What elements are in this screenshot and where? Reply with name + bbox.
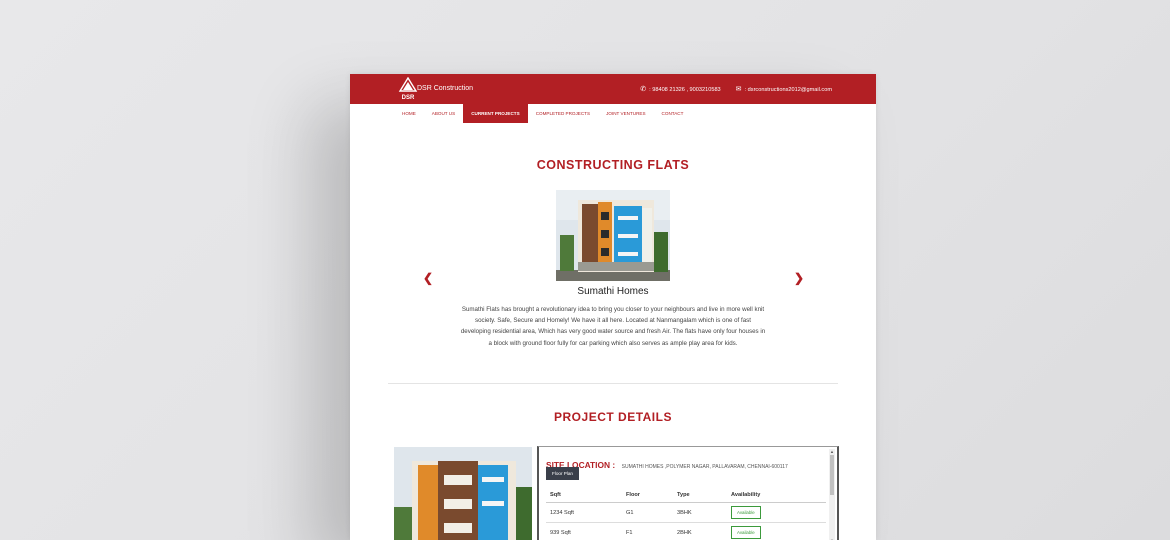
column-header-availability: Availability xyxy=(731,492,761,498)
panel-scrollbar[interactable]: ▲ ▼ xyxy=(829,449,835,540)
constructing-flats-heading: CONSTRUCTING FLATS xyxy=(536,158,690,172)
nav-item-joint-ventures[interactable]: JOINT VENTURES xyxy=(598,104,653,123)
phone-number[interactable]: : 98408 21326 , 9003210583 xyxy=(649,87,721,93)
main-nav: HOME ABOUT US CURRENT PROJECTS COMPLETED… xyxy=(350,104,876,124)
dsr-logo-icon[interactable]: DSR xyxy=(398,77,418,101)
top-header-bar: DSR DSR Construction ✆ : 98408 21326 , 9… xyxy=(350,74,876,104)
nav-item-about-us[interactable]: ABOUT US xyxy=(424,104,463,123)
site-location-value: SUMATHI HOMES ,POLYMER NAGAR, PALLAVARAM… xyxy=(621,464,788,470)
logo-text[interactable]: DSR Construction xyxy=(417,85,473,92)
available-badge[interactable]: Available xyxy=(731,526,761,539)
contact-info: ✆ : 98408 21326 , 9003210583 ✉ : dsrcons… xyxy=(640,86,832,93)
cell-floor: F1 xyxy=(626,529,633,536)
scrollbar-thumb[interactable] xyxy=(830,455,834,495)
envelope-icon: ✉ xyxy=(735,86,742,93)
cell-availability: Available xyxy=(731,506,821,519)
section-divider xyxy=(388,383,838,384)
chevron-right-icon[interactable]: ❯ xyxy=(794,271,804,285)
table-row: 939 Sqft F1 2BHK Available xyxy=(546,523,826,540)
cell-sqft: 1234 Sqft xyxy=(550,509,574,516)
nav-item-current-projects[interactable]: CURRENT PROJECTS xyxy=(463,104,528,123)
cell-sqft: 939 Sqft xyxy=(550,529,571,536)
project-details-building-image xyxy=(394,447,532,540)
column-header-type: Type xyxy=(677,492,690,498)
site-location: SITE LOCATION : SUMATHI HOMES ,POLYMER N… xyxy=(546,455,788,473)
table-row: 1234 Sqft G1 3BHK Available xyxy=(546,503,826,523)
nav-item-contact[interactable]: CONTACT xyxy=(654,104,692,123)
cell-availability: Available xyxy=(731,526,821,539)
column-header-floor: Floor xyxy=(626,492,640,498)
project-details-panel[interactable]: SITE LOCATION : SUMATHI HOMES ,POLYMER N… xyxy=(537,446,839,540)
available-badge[interactable]: Available xyxy=(731,506,761,519)
floor-plan-button[interactable]: Floor Plan xyxy=(546,467,579,480)
phone-icon: ✆ xyxy=(640,86,647,93)
scroll-up-icon[interactable]: ▲ xyxy=(829,449,835,454)
nav-item-home[interactable]: HOME xyxy=(394,104,424,123)
availability-table: Sqft Floor Type Availability 1234 Sqft G… xyxy=(546,488,826,540)
cell-type: 2BHK xyxy=(677,529,692,536)
column-header-sqft: Sqft xyxy=(550,492,561,498)
project-details-heading: PROJECT DETAILS xyxy=(554,410,672,424)
project-description: Sumathi Flats has brought a revolutionar… xyxy=(460,306,766,347)
cell-type: 3BHK xyxy=(677,509,692,516)
chevron-left-icon[interactable]: ❮ xyxy=(423,271,433,285)
cell-floor: G1 xyxy=(626,509,634,516)
logo-mark: DSR xyxy=(402,95,415,101)
nav-item-completed-projects[interactable]: COMPLETED PROJECTS xyxy=(528,104,598,123)
project-building-image xyxy=(556,190,670,281)
email-address[interactable]: : dsrconstructions2012@gmail.com xyxy=(745,87,832,93)
table-header-row: Sqft Floor Type Availability xyxy=(546,488,826,503)
project-name: Sumathi Homes xyxy=(577,286,649,297)
website-page: DSR DSR Construction ✆ : 98408 21326 , 9… xyxy=(350,74,876,540)
